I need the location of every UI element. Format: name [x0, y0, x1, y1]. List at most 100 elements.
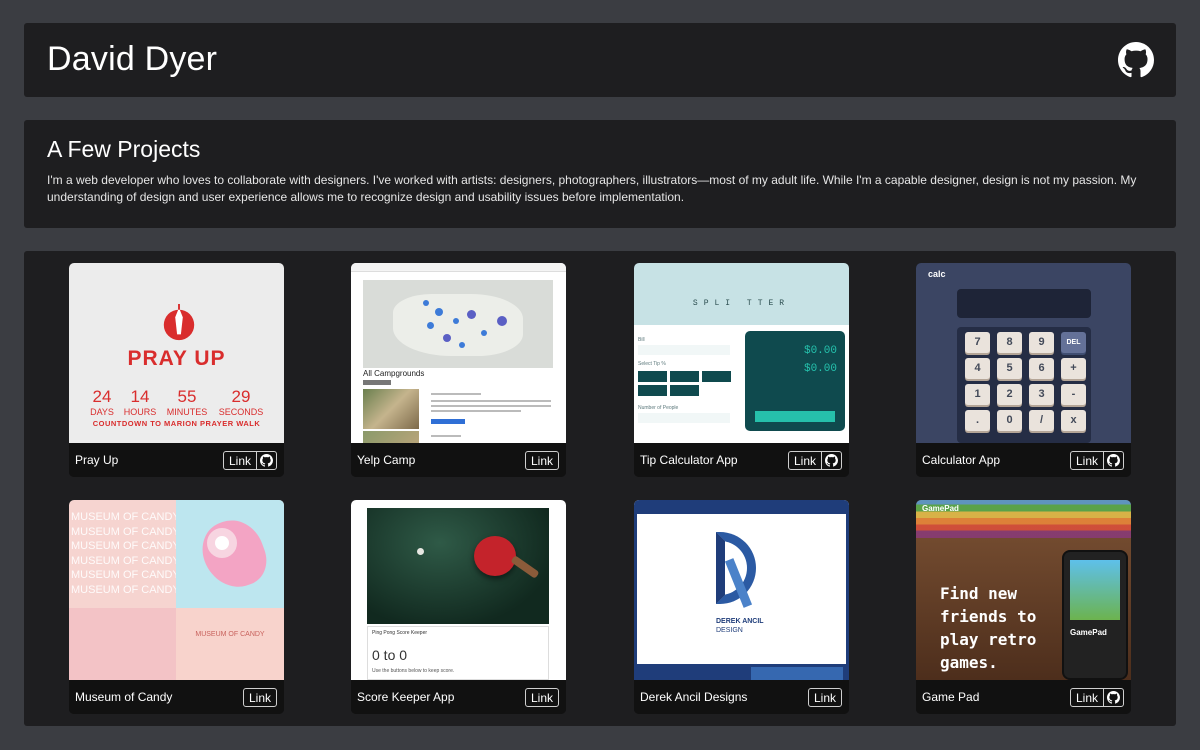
project-title: Pray Up	[75, 453, 119, 467]
calc-key: 9	[1029, 332, 1054, 353]
calc-key: DEL	[1061, 332, 1086, 353]
candy-small-title: MUSEUM OF CANDY	[195, 631, 265, 638]
map-cluster	[427, 322, 434, 329]
project-title: Derek Ancil Designs	[640, 690, 748, 704]
calc-key: 0	[997, 410, 1022, 431]
gamepad-logo: GamePad	[922, 504, 959, 513]
derek-navbar	[634, 500, 849, 511]
section-heading: A Few Projects	[47, 136, 201, 162]
project-title: Calculator App	[922, 453, 1001, 467]
project-thumbnail[interactable]: All Campgrounds	[351, 263, 566, 443]
github-button[interactable]	[1103, 452, 1123, 469]
project-title: Museum of Candy	[75, 690, 173, 704]
calc-key: 6	[1029, 358, 1054, 379]
donut-image	[207, 528, 237, 558]
project-thumbnail[interactable]: SPLI TTER Bill Select Tip % Number of Pe…	[634, 263, 849, 443]
project-card-museum-of-candy[interactable]: MUSEUM OF CANDY MUSEUM OF CANDY MUSEUM O…	[69, 500, 284, 714]
github-icon	[1107, 691, 1120, 704]
card-footer: Tip Calculator App Link	[634, 443, 849, 477]
candy-panel	[176, 608, 284, 680]
project-thumbnail[interactable]: DEREK ANCIL DESIGN	[634, 500, 849, 680]
project-card-pray-up[interactable]: PRAY UP 24 DAYS 14 HOURS 55 MINUTES 29 SECON…	[69, 263, 284, 477]
github-button[interactable]	[1103, 689, 1123, 706]
intro-panel: A Few Projects I'm a web developer who l…	[24, 120, 1176, 228]
countdown-caption: COUNTDOWN TO MARION PRAYER WALK	[92, 419, 261, 428]
calc-key: 5	[997, 358, 1022, 379]
github-icon[interactable]	[1118, 42, 1154, 78]
card-buttons: Link	[787, 451, 842, 470]
github-icon	[260, 454, 273, 467]
calc-key: 8	[997, 332, 1022, 353]
site-header: David Dyer	[24, 23, 1176, 97]
countdown-hours: 14 HOURS	[123, 387, 157, 417]
project-card-derek-ancil[interactable]: DEREK ANCIL DESIGN Derek Ancil Designs L…	[634, 500, 849, 714]
project-card-score-keeper[interactable]: Ping Pong Score Keeper 0 to 0 Use the bu…	[351, 500, 566, 714]
link-button[interactable]: Link	[244, 689, 276, 706]
card-footer: Yelp Camp Link	[351, 443, 566, 477]
github-button[interactable]	[256, 452, 276, 469]
link-button[interactable]: Link	[526, 452, 558, 469]
project-title: Game Pad	[922, 690, 980, 704]
calc-display	[957, 289, 1091, 318]
derek-logo-text: DEREK ANCIL DESIGN	[716, 618, 764, 634]
ping-pong-photo	[367, 508, 549, 624]
card-buttons: Link	[1069, 451, 1124, 470]
project-card-yelp-camp[interactable]: All Campgrounds Yelp Camp Link	[351, 263, 566, 477]
card-footer: Derek Ancil Designs Link	[634, 680, 849, 714]
project-thumbnail[interactable]: PRAY UP 24 DAYS 14 HOURS 55 MINUTES 29 SECON…	[69, 263, 284, 443]
calc-key: 1	[965, 384, 990, 405]
project-title: Tip Calculator App	[640, 453, 738, 467]
project-thumbnail[interactable]: calc 7 8 9 DEL 4 5 6 + 1 2 3 - . 0 / x	[916, 263, 1131, 443]
github-icon	[825, 454, 838, 467]
score-card: Ping Pong Score Keeper 0 to 0 Use the bu…	[367, 626, 549, 680]
total-amount: $0.00	[803, 363, 837, 375]
card-buttons: Link	[242, 688, 277, 707]
calc-key: 4	[965, 358, 990, 379]
project-card-game-pad[interactable]: GamePad Find new friends to play retro g…	[916, 500, 1131, 714]
project-card-calculator[interactable]: calc 7 8 9 DEL 4 5 6 + 1 2 3 - . 0 / x C…	[916, 263, 1131, 477]
candy-photo-sweets	[69, 608, 176, 680]
tip-result-panel: $0.00 $0.00	[745, 331, 845, 431]
calc-key: -	[1061, 384, 1086, 405]
card-footer: Museum of Candy Link	[69, 680, 284, 714]
link-button[interactable]: Link	[224, 452, 256, 469]
map-cluster	[443, 334, 451, 342]
project-thumbnail[interactable]: MUSEUM OF CANDY MUSEUM OF CANDY MUSEUM O…	[69, 500, 284, 680]
link-button[interactable]: Link	[809, 689, 841, 706]
project-card-tip-calculator[interactable]: SPLI TTER Bill Select Tip % Number of Pe…	[634, 263, 849, 477]
card-footer: Game Pad Link	[916, 680, 1131, 714]
link-button[interactable]: Link	[1071, 452, 1103, 469]
campgrounds-heading: All Campgrounds	[363, 369, 425, 378]
link-button[interactable]: Link	[789, 452, 821, 469]
score-value: 0 to 0	[372, 647, 408, 663]
card-buttons: Link	[807, 688, 842, 707]
card-footer: Calculator App Link	[916, 443, 1131, 477]
gamepad-tagline: Find new friends to play retro games.	[940, 584, 1037, 672]
calc-key: 2	[997, 384, 1022, 405]
card-buttons: Link	[524, 688, 559, 707]
tip-amount: $0.00	[803, 345, 837, 357]
card-buttons: Link	[1069, 688, 1124, 707]
project-title: Score Keeper App	[357, 690, 455, 704]
map-cluster	[435, 308, 443, 316]
intro-text: I'm a web developer who loves to collabo…	[47, 173, 1137, 204]
map-cluster	[459, 342, 465, 348]
project-thumbnail[interactable]: Ping Pong Score Keeper 0 to 0 Use the bu…	[351, 500, 566, 680]
github-button[interactable]	[821, 452, 841, 469]
calc-key: .	[965, 410, 990, 431]
card-buttons: Link	[222, 451, 277, 470]
link-button[interactable]: Link	[1071, 689, 1103, 706]
calc-key: x	[1061, 410, 1086, 431]
praying-hands-logo	[163, 304, 195, 341]
splitter-logo: SPLI TTER	[692, 299, 791, 308]
map-cluster	[423, 300, 429, 306]
cluster-map	[363, 280, 553, 368]
calc-logo: calc	[928, 269, 946, 279]
project-thumbnail[interactable]: GamePad Find new friends to play retro g…	[916, 500, 1131, 680]
project-grid: PRAY UP 24 DAYS 14 HOURS 55 MINUTES 29 SECON…	[24, 251, 1176, 726]
calc-key: 7	[965, 332, 990, 353]
phone-mockup: GamePad	[1062, 550, 1128, 680]
project-title: Yelp Camp	[357, 453, 416, 467]
link-button[interactable]: Link	[526, 689, 558, 706]
campground-photo	[363, 389, 419, 429]
